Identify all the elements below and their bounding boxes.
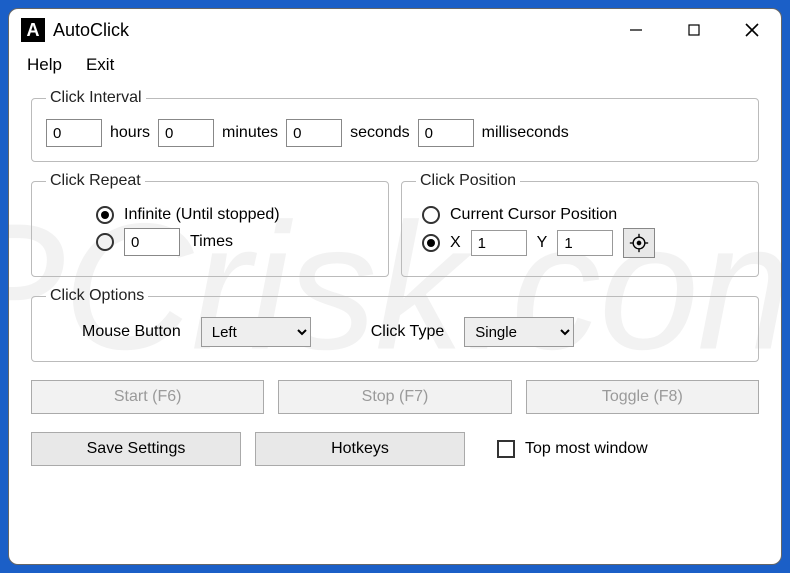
position-y-label: Y	[537, 234, 548, 252]
position-y-input[interactable]	[557, 230, 613, 256]
click-position-legend: Click Position	[416, 172, 520, 190]
hours-label: hours	[110, 124, 150, 142]
repeat-infinite-row[interactable]: Infinite (Until stopped)	[96, 206, 374, 224]
ms-input[interactable]	[418, 119, 474, 147]
click-interval-legend: Click Interval	[46, 89, 146, 107]
topmost-wrap[interactable]: Top most window	[497, 440, 648, 458]
click-options-legend: Click Options	[46, 287, 148, 305]
save-settings-button[interactable]: Save Settings	[31, 432, 241, 466]
click-repeat-group: Click Repeat Infinite (Until stopped) Ti…	[31, 172, 389, 277]
click-position-group: Click Position Current Cursor Position X…	[401, 172, 759, 277]
interval-row: hours minutes seconds milliseconds	[46, 119, 744, 147]
mouse-button-select[interactable]: Left	[201, 317, 311, 347]
menu-exit[interactable]: Exit	[86, 55, 114, 75]
maximize-icon	[687, 23, 701, 37]
repeat-times-radio[interactable]	[96, 233, 114, 251]
close-icon	[744, 22, 760, 38]
minutes-label: minutes	[222, 124, 278, 142]
stop-button[interactable]: Stop (F7)	[278, 380, 511, 414]
repeat-times-label: Times	[190, 233, 233, 251]
position-current-row[interactable]: Current Cursor Position	[416, 206, 744, 224]
repeat-times-row[interactable]: Times	[96, 228, 374, 256]
close-button[interactable]	[723, 9, 781, 51]
click-type-select[interactable]: Single	[464, 317, 574, 347]
repeat-infinite-radio[interactable]	[96, 206, 114, 224]
minimize-button[interactable]	[607, 9, 665, 51]
click-type-label: Click Type	[371, 323, 445, 341]
topmost-checkbox[interactable]	[497, 440, 515, 458]
menu-help[interactable]: Help	[27, 55, 62, 75]
minimize-icon	[629, 23, 643, 37]
pick-position-button[interactable]	[623, 228, 655, 258]
minutes-input[interactable]	[158, 119, 214, 147]
position-current-radio[interactable]	[422, 206, 440, 224]
content: Click Interval hours minutes seconds mil…	[9, 83, 781, 484]
position-xy-row[interactable]: X Y	[416, 228, 744, 258]
hotkeys-button[interactable]: Hotkeys	[255, 432, 465, 466]
window-controls	[607, 9, 781, 51]
repeat-infinite-label: Infinite (Until stopped)	[124, 206, 280, 224]
repeat-position-row: Click Repeat Infinite (Until stopped) Ti…	[31, 172, 759, 277]
start-button[interactable]: Start (F6)	[31, 380, 264, 414]
bottom-row: Save Settings Hotkeys Top most window	[31, 432, 759, 466]
position-current-label: Current Cursor Position	[450, 206, 617, 224]
titlebar: A AutoClick	[9, 9, 781, 51]
mouse-button-label: Mouse Button	[82, 323, 181, 341]
app-window: PCrisk.com A AutoClick Help Exit Click I…	[8, 8, 782, 565]
click-repeat-legend: Click Repeat	[46, 172, 145, 190]
click-options-group: Click Options Mouse Button Left Click Ty…	[31, 287, 759, 362]
seconds-label: seconds	[350, 124, 410, 142]
position-xy-radio[interactable]	[422, 234, 440, 252]
app-title: AutoClick	[53, 20, 129, 41]
position-x-input[interactable]	[471, 230, 527, 256]
menubar: Help Exit	[9, 51, 781, 83]
seconds-input[interactable]	[286, 119, 342, 147]
app-icon: A	[21, 18, 45, 42]
action-buttons: Start (F6) Stop (F7) Toggle (F8)	[31, 380, 759, 414]
click-interval-group: Click Interval hours minutes seconds mil…	[31, 89, 759, 162]
ms-label: milliseconds	[482, 124, 569, 142]
maximize-button[interactable]	[665, 9, 723, 51]
hours-input[interactable]	[46, 119, 102, 147]
repeat-times-input[interactable]	[124, 228, 180, 256]
position-x-label: X	[450, 234, 461, 252]
toggle-button[interactable]: Toggle (F8)	[526, 380, 759, 414]
topmost-label: Top most window	[525, 440, 648, 458]
crosshair-icon	[629, 233, 649, 253]
